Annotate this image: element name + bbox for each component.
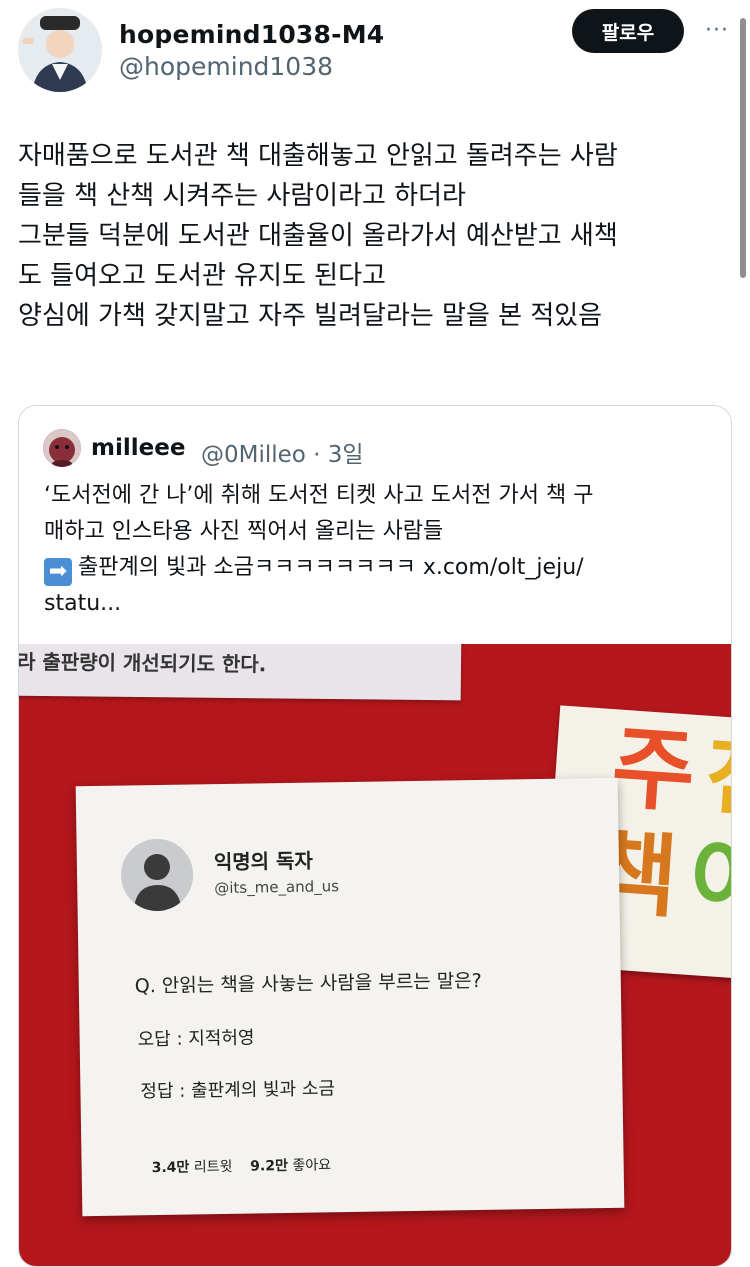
quoted-line-3-text: 출판계의 빛과 소금ㅋㅋㅋㅋㅋㅋㅋㅋ x.com/olt_jeju/ <box>78 555 584 580</box>
follow-button[interactable]: 팔로우 <box>572 9 684 53</box>
quoted-line-2: 매하고 인스타용 사진 찍어서 올리는 사람들 <box>44 519 444 544</box>
user-avatar-icon <box>18 8 102 92</box>
top-sticky-note: 라 출판량이 개선되기도 한다. <box>19 644 462 701</box>
quoted-handle-time: @0Milleo · 3일 <box>201 442 364 468</box>
quoted-author-avatar <box>43 429 81 467</box>
paper-wrong-answer: 오답 : 지적허영 <box>137 1027 255 1051</box>
like-label: 좋아요 <box>292 1157 332 1174</box>
quoted-line-1: ‘도서전에 간 나’에 취해 도서전 티켓 사고 도서전 가서 책 구 <box>44 483 594 508</box>
top-note-text: 라 출판량이 개선되기도 한다. <box>19 649 267 677</box>
right-arrow-icon: ➡ <box>44 558 72 586</box>
tweet-text: 자매품으로 도서관 책 대출해놓고 안읽고 돌려주는 사람 들을 책 산책 시켜… <box>18 141 618 331</box>
quoted-link-continuation[interactable]: statu... <box>44 586 714 622</box>
retweet-label: 리트윗 <box>193 1158 233 1176</box>
like-count: 9.2만 <box>250 1157 289 1175</box>
quoted-author-name: milleee <box>91 435 186 461</box>
quoted-media-image[interactable]: 라 출판량이 개선되기도 한다. 주 천 책 이 익명의 독자 @its_me_… <box>19 644 731 1266</box>
rec-char-1: 주 <box>608 715 699 826</box>
more-options-icon[interactable]: ··· <box>702 16 732 46</box>
paper-right-answer: 정답 : 출판계의 빛과 소금 <box>140 1078 336 1103</box>
kirby-avatar-icon <box>43 429 81 467</box>
rec-char-4: 이 <box>684 826 731 938</box>
paper-stats: 3.4만 리트윗 9.2만 좋아요 <box>151 1154 332 1177</box>
tweet-header: hopemind1038-M4 @hopemind1038 팔로우 ··· <box>18 8 734 98</box>
printed-tweet-paper: 익명의 독자 @its_me_and_us Q. 안읽는 책을 사놓는 사람을 … <box>75 777 625 1217</box>
rec-char-2: 천 <box>702 721 731 833</box>
scrollbar[interactable] <box>740 18 746 278</box>
author-display-name[interactable]: hopemind1038-M4 <box>119 20 384 49</box>
author-handle[interactable]: @hopemind1038 <box>119 52 333 81</box>
paper-question: Q. 안읽는 책을 사놓는 사람을 부르는 말은? <box>134 969 482 998</box>
author-avatar[interactable] <box>18 8 102 92</box>
paper-author-name: 익명의 독자 <box>213 848 314 875</box>
anonymous-avatar-icon <box>120 838 194 912</box>
quoted-line-3: ➡ 출판계의 빛과 소금ㅋㅋㅋㅋㅋㅋㅋㅋ x.com/olt_jeju/ <box>44 550 714 586</box>
paper-author-handle: @its_me_and_us <box>214 877 340 898</box>
quoted-tweet[interactable]: milleee @0Milleo · 3일 ‘도서전에 간 나’에 취해 도서전… <box>18 405 732 1267</box>
retweet-count: 3.4만 <box>151 1159 190 1177</box>
quoted-tweet-text: ‘도서전에 간 나’에 취해 도서전 티켓 사고 도서전 가서 책 구 매하고 … <box>44 478 714 622</box>
